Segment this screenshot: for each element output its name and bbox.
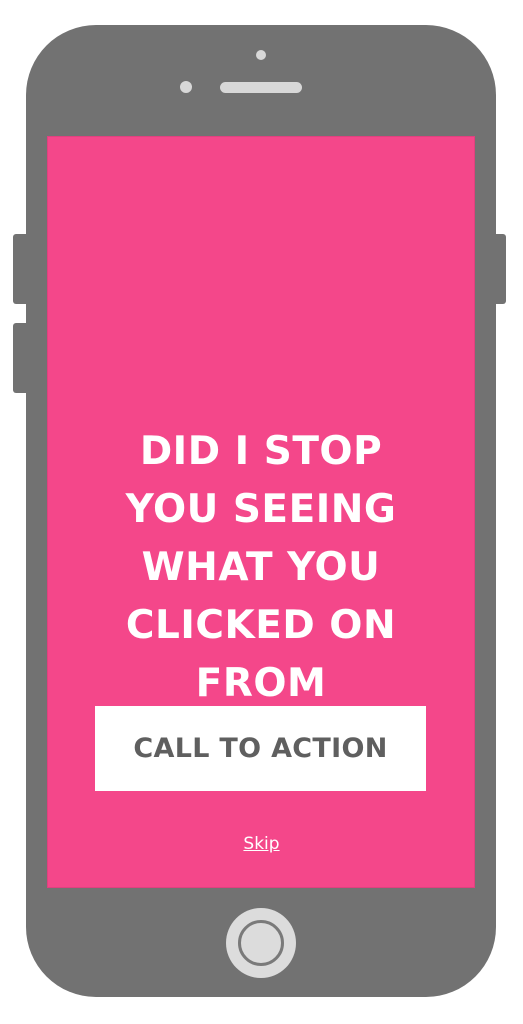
skip-link[interactable]: Skip — [0, 834, 523, 854]
speaker-icon — [220, 82, 302, 93]
camera-icon — [256, 50, 266, 60]
sensor-icon — [180, 81, 192, 93]
home-button[interactable] — [226, 908, 296, 978]
phone-mockup: DID I STOP YOU SEEING WHAT YOU CLICKED O… — [0, 0, 523, 1024]
home-button-icon — [238, 920, 284, 966]
call-to-action-button[interactable]: CALL TO ACTION — [95, 706, 426, 791]
